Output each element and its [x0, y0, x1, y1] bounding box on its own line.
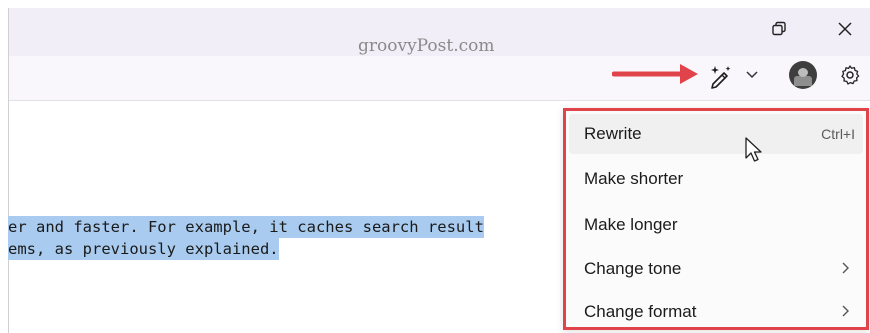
chevron-right-icon	[842, 305, 849, 317]
menu-item-change-format[interactable]: Change format	[569, 292, 863, 332]
menu-item-label: Rewrite	[584, 124, 642, 143]
avatar-figure	[794, 76, 812, 86]
settings-button[interactable]	[838, 63, 862, 87]
window-border	[8, 8, 9, 333]
menu-item-make-shorter[interactable]: Make shorter	[569, 159, 863, 199]
avatar[interactable]	[789, 61, 817, 89]
close-button[interactable]	[832, 16, 858, 42]
gear-icon	[841, 65, 860, 85]
close-icon	[838, 22, 852, 36]
annotation-arrow	[612, 64, 698, 84]
copilot-rewrite-icon	[711, 66, 731, 89]
menu-item-label: Make shorter	[584, 169, 684, 188]
menu-item-label: Make longer	[584, 215, 678, 234]
chevron-down-icon	[746, 71, 758, 79]
avatar-head	[798, 68, 808, 77]
menu-item-label: Change format	[584, 302, 697, 321]
restore-button[interactable]	[766, 16, 792, 42]
menu-item-shortcut: Ctrl+I	[821, 126, 855, 142]
chevron-right-icon	[842, 262, 849, 274]
rewrite-menu-button[interactable]	[705, 60, 767, 90]
menu-item-make-longer[interactable]: Make longer	[569, 205, 863, 245]
menu-item-label: Change tone	[584, 259, 682, 278]
restore-icon	[772, 21, 786, 36]
rewrite-menu: Rewrite Ctrl+I Make shorter Make longer …	[563, 108, 869, 330]
menu-item-rewrite[interactable]: Rewrite Ctrl+I	[569, 114, 863, 154]
selected-text-line-2[interactable]: ems, as previously explained.	[8, 238, 279, 260]
watermark: groovyPost.com	[358, 36, 495, 56]
mouse-cursor-icon	[745, 137, 762, 162]
selected-text-line-1[interactable]: er and faster. For example, it caches se…	[8, 216, 484, 238]
menu-item-change-tone[interactable]: Change tone	[569, 249, 863, 289]
